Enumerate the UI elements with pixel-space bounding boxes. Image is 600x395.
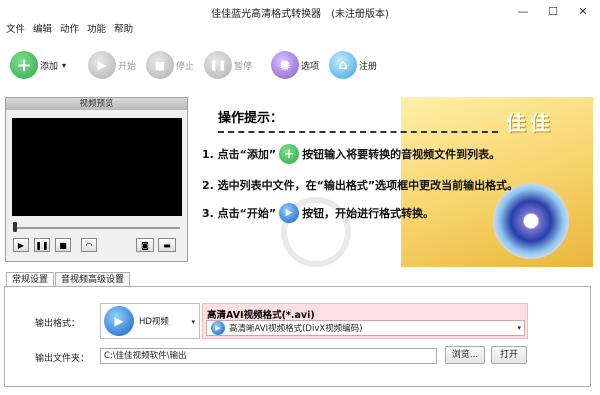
tip-step-1: 1. 点击“添加” + 按钮输入将要转换的音视频文件到列表。 (202, 144, 500, 164)
start-label: 开始 (118, 61, 137, 72)
register-button[interactable]: ⌂ 注册 (329, 50, 377, 80)
preview-repeat-button[interactable]: ◠ (81, 238, 97, 252)
settings-tabs: 常规设置 音视频高级设置 (6, 272, 131, 287)
tab-advanced-settings[interactable]: 音视频高级设置 (55, 272, 131, 286)
plus-icon: + (10, 51, 38, 79)
register-label: 注册 (359, 61, 378, 72)
open-folder-button[interactable]: ▬ (158, 238, 176, 252)
tips-banner: 佳佳 操作提示： 1. 点击“添加” + 按钮输入将要转换的音视频文件到列表。 … (196, 97, 593, 267)
tip-step-3-text: 3. 点击“开始” (202, 207, 277, 220)
tip-step-3: 3. 点击“开始” ▶ 按钮，开始进行格式转换。 (202, 203, 434, 223)
format-detail-dropdown[interactable]: ▶ 高清晰AVI视频格式(DivX视频编码) ▾ (206, 320, 525, 336)
preview-stop-button[interactable]: ■ (55, 238, 71, 252)
seek-handle[interactable] (13, 222, 17, 232)
menu-edit[interactable]: 编辑 (33, 22, 52, 38)
preview-pause-button[interactable]: ❚❚ (34, 238, 50, 252)
basket-icon: ⌂ (329, 51, 357, 79)
menu-bar: 文件 编辑 动作 功能 帮助 (0, 22, 600, 38)
tips-heading: 操作提示： (218, 111, 284, 126)
options-label: 选项 (301, 61, 320, 72)
maximize-button[interactable]: ☐ (538, 0, 568, 22)
menu-file[interactable]: 文件 (6, 22, 25, 38)
stop-icon: ■ (146, 51, 174, 79)
format-detail-value: 高清晰AVI视频格式(DivX视频编码) (229, 324, 363, 334)
menu-help[interactable]: 帮助 (114, 22, 133, 38)
video-icon: ▶ (211, 321, 225, 335)
plus-icon: + (279, 144, 300, 164)
tab-general-settings[interactable]: 常规设置 (6, 272, 55, 287)
tip-step-2: 2. 选中列表中文件，在“输出格式”选项框中更改当前输出格式。 (202, 179, 519, 192)
menu-action[interactable]: 动作 (60, 22, 79, 38)
start-button[interactable]: ▶ 开始 (88, 50, 136, 80)
gear-icon: ✹ (271, 51, 299, 79)
title-bar: 佳佳蓝光高清格式转换器 (未注册版本) — ☐ ✕ (0, 0, 600, 22)
output-folder-label: 输出文件夹： (35, 354, 90, 364)
divider (218, 131, 498, 133)
add-button[interactable]: + 添加 ▾ (10, 50, 66, 80)
add-label: 添加 (40, 61, 59, 72)
stop-button[interactable]: ■ 停止 (146, 50, 194, 80)
output-folder-input[interactable]: C:\佳佳视频软件\输出 (100, 348, 437, 364)
pause-icon: ❚❚ (204, 51, 232, 79)
minimize-button[interactable]: — (508, 0, 538, 22)
open-button[interactable]: 打开 (491, 346, 527, 364)
snapshot-button[interactable]: ◙ (136, 238, 154, 252)
close-button[interactable]: ✕ (568, 0, 598, 22)
preview-play-button[interactable]: ▶ (13, 238, 29, 252)
pause-button[interactable]: ❚❚ 暂停 (204, 50, 252, 80)
pause-label: 暂停 (234, 61, 253, 72)
format-detail-select[interactable]: 高清AVI视频格式(*.avi) ▶ 高清晰AVI视频格式(DivX视频编码) … (202, 303, 528, 339)
format-category-select[interactable]: ▶ HD视频 ▾ (100, 303, 200, 339)
format-title: 高清AVI视频格式(*.avi) (207, 310, 315, 321)
chevron-down-icon: ▾ (517, 324, 521, 332)
menu-function[interactable]: 功能 (87, 22, 106, 38)
toolbar: + 添加 ▾ ▶ 开始 ■ 停止 ❚❚ 暂停 ✹ 选项 ⌂ 注册 (0, 46, 600, 86)
tip-step-1-text: 1. 点击“添加” (202, 148, 277, 161)
options-button[interactable]: ✹ 选项 (271, 50, 319, 80)
preview-screen (12, 118, 182, 216)
tip-step-1-text-end: 按钮输入将要转换的音视频文件到列表。 (302, 148, 501, 161)
brand-logo: 佳佳 (506, 111, 554, 135)
output-format-label: 输出格式： (35, 319, 81, 329)
play-icon: ▶ (279, 203, 300, 223)
stop-label: 停止 (176, 61, 195, 72)
video-preview-panel: 视频预览 ▶ ❚❚ ■ ◠ ◙ ▬ (5, 97, 188, 262)
preview-title: 视频预览 (6, 98, 187, 110)
add-dropdown-icon[interactable]: ▾ (62, 61, 66, 70)
disc-icon (493, 183, 569, 259)
format-category-value: HD视频 (139, 317, 169, 327)
browse-button[interactable]: 浏览... (445, 346, 485, 364)
play-icon: ▶ (88, 51, 116, 79)
tip-step-3-text-end: 按钮，开始进行格式转换。 (302, 207, 435, 220)
video-icon: ▶ (104, 306, 134, 336)
seek-track[interactable] (14, 227, 180, 229)
chevron-down-icon: ▾ (191, 318, 195, 326)
